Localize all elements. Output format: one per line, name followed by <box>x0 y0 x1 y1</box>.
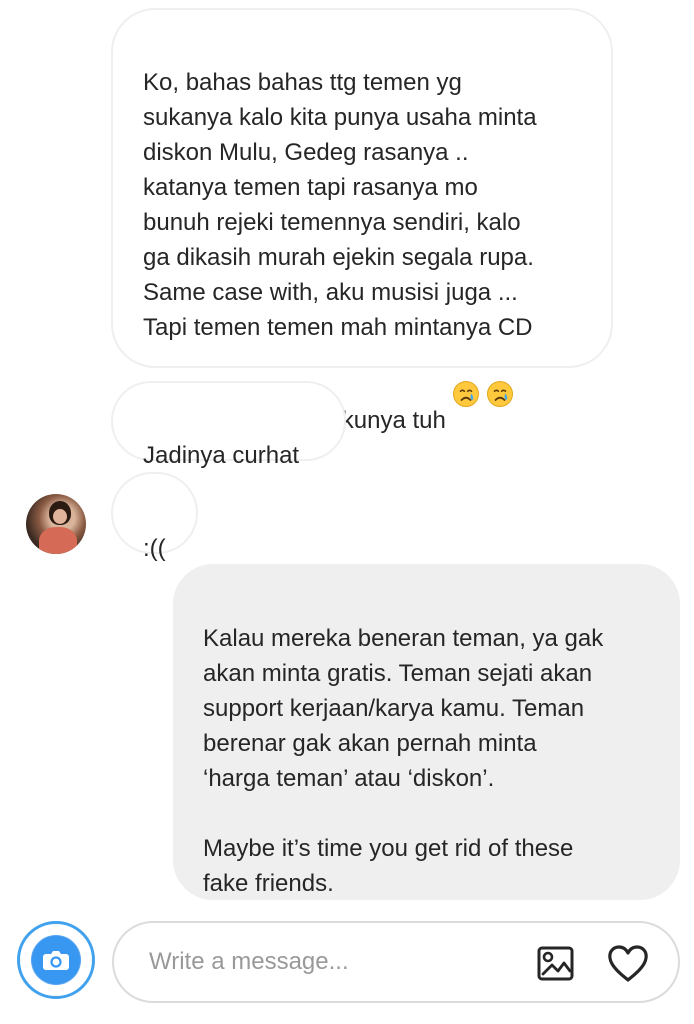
avatar-face <box>53 509 67 524</box>
message-text: Jadinya curhat <box>143 442 300 469</box>
incoming-message-bubble[interactable]: Jadinya curhat <box>111 381 346 469</box>
incoming-message-bubble[interactable]: :(( <box>111 472 198 562</box>
image-icon[interactable] <box>535 942 577 984</box>
camera-icon <box>42 949 70 971</box>
message-input-placeholder[interactable]: Write a message... <box>149 947 349 977</box>
message-composer[interactable]: Write a message... <box>112 921 680 1003</box>
camera-button[interactable] <box>31 935 81 985</box>
message-text: :(( <box>143 535 166 562</box>
sender-avatar[interactable] <box>26 494 86 554</box>
message-text: Kalau mereka beneran teman, ya gak akan … <box>203 625 604 897</box>
heart-icon[interactable] <box>606 943 650 983</box>
incoming-message-bubble[interactable]: Ko, bahas bahas ttg temen yg sukanya kal… <box>111 8 613 434</box>
avatar-body <box>39 527 77 554</box>
direct-message-thread: Ko, bahas bahas ttg temen yg sukanya kal… <box>0 0 694 1024</box>
crying-face-emoji-icon <box>486 345 514 407</box>
outgoing-message-bubble[interactable]: Kalau mereka beneran teman, ya gak akan … <box>173 564 680 900</box>
crying-face-emoji-icon <box>452 345 480 407</box>
